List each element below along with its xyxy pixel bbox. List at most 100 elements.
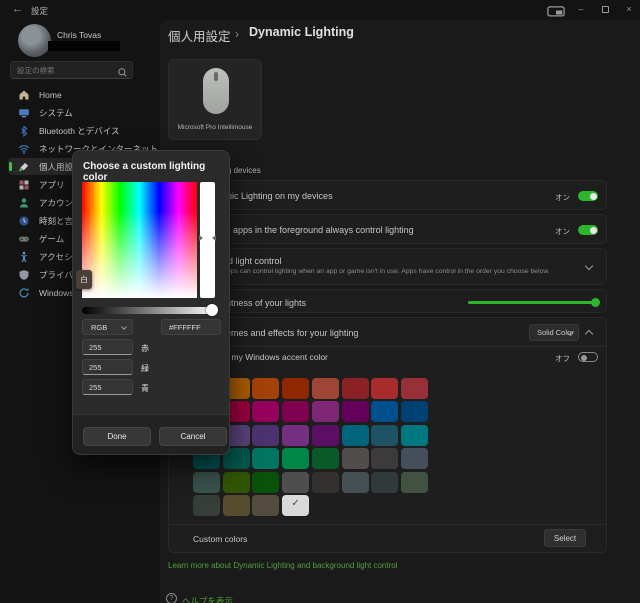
value-bar[interactable] [200,182,215,298]
sidebar-item-system[interactable]: システム [8,104,158,121]
color-swatch[interactable] [371,472,398,493]
color-swatch-selected[interactable]: ✓ [282,495,309,516]
color-swatch[interactable] [312,378,339,399]
chevron-up-icon[interactable] [585,330,593,338]
color-swatch[interactable] [342,378,369,399]
row-foreground-apps: Compatible apps in the foreground always… [168,214,607,244]
color-swatch[interactable] [401,448,428,469]
minimize-button[interactable]: – [572,0,590,18]
settings-search-box[interactable] [10,61,133,79]
slider-track [468,301,596,304]
color-swatch[interactable] [401,472,428,493]
maximize-button[interactable] [596,0,614,18]
use-lighting-toggle[interactable] [578,191,598,201]
back-button[interactable]: ← [12,3,23,15]
toggle-state-label: オン [555,226,570,237]
red-label: 赤 [141,343,149,354]
color-swatch[interactable] [282,472,309,493]
picture-in-picture-icon[interactable] [547,4,565,15]
color-swatch[interactable] [282,425,309,446]
help-icon: ? [166,593,177,603]
color-swatch[interactable] [252,401,279,422]
value-slider-thumb[interactable] [206,304,218,316]
toggle-knob [590,227,597,234]
update-icon [18,287,30,299]
done-button[interactable]: Done [83,427,151,446]
color-swatch[interactable] [371,448,398,469]
sidebar-item-label: システム [39,107,73,119]
blue-input[interactable] [82,379,133,395]
color-swatch[interactable] [342,425,369,446]
get-help-link[interactable]: ヘルプを表示 [182,595,233,603]
sidebar-item-label: Home [39,90,62,100]
color-swatch[interactable] [223,472,250,493]
color-swatch[interactable] [223,495,250,516]
color-swatch[interactable] [252,425,279,446]
hex-input[interactable] [161,319,221,335]
chevron-down-icon[interactable] [585,262,593,270]
color-swatch[interactable] [312,401,339,422]
mouse-image [203,68,229,114]
account-icon [18,197,30,209]
color-swatch[interactable] [342,472,369,493]
color-swatch[interactable] [252,495,279,516]
row-use-dynamic-lighting: Use Dynamic Lighting on my devices オン [168,180,607,210]
breadcrumb[interactable]: 個人用設定 [168,26,231,45]
system-icon [18,107,30,119]
select-custom-color-button[interactable]: Select [544,529,586,547]
color-swatch[interactable] [252,448,279,469]
row-background-light-control[interactable]: Background light control Background apps… [168,248,607,285]
toggle-knob [590,193,597,200]
red-input[interactable] [82,339,133,355]
search-input[interactable] [17,62,112,78]
avatar[interactable] [18,24,51,57]
value-slider[interactable] [82,307,216,314]
cancel-button[interactable]: Cancel [159,427,227,446]
accent-match-toggle[interactable] [578,352,598,362]
sidebar-item-bluetooth[interactable]: Bluetooth とデバイス [8,122,158,139]
card-effects-group: Choose themes and effects for your light… [168,317,607,553]
row-description: Background apps can control lighting whe… [185,268,550,275]
color-swatch[interactable] [312,472,339,493]
effects-dropdown[interactable]: Solid Color [529,324,579,341]
color-swatch[interactable] [342,448,369,469]
privacy-icon [18,269,30,281]
foreground-apps-toggle[interactable] [578,225,598,235]
sidebar-item-home[interactable]: Home [8,86,158,103]
color-spectrum[interactable] [82,182,197,298]
color-swatch[interactable] [252,378,279,399]
learn-more-link[interactable]: Learn more about Dynamic Lighting and ba… [168,561,397,570]
device-card[interactable]: Microsoft Pro Intellimouse [168,59,262,140]
green-input[interactable] [82,359,133,375]
blue-label: 青 [141,383,149,394]
sidebar-item-label: アプリ [39,179,65,191]
slider-thumb[interactable] [591,298,600,307]
active-indicator [9,162,12,171]
color-swatch[interactable] [371,425,398,446]
bluetooth-icon [18,125,30,137]
color-swatch[interactable] [371,378,398,399]
color-swatch[interactable] [371,401,398,422]
color-swatch[interactable] [401,425,428,446]
color-swatch[interactable] [312,425,339,446]
color-swatch[interactable] [193,472,220,493]
brightness-slider[interactable] [468,299,600,305]
color-swatch[interactable] [282,401,309,422]
device-name: Microsoft Pro Intellimouse [169,124,261,131]
close-button[interactable]: × [620,0,638,18]
divider [169,524,606,525]
color-swatch[interactable] [401,378,428,399]
color-swatch[interactable] [342,401,369,422]
games-icon [18,233,30,245]
color-swatch[interactable] [282,378,309,399]
color-swatch[interactable] [312,448,339,469]
color-model-dropdown[interactable]: RGB [82,319,133,335]
color-swatch[interactable] [401,401,428,422]
color-model-value: RGB [91,323,107,332]
color-name-tooltip: 白 [76,270,92,289]
custom-colors-label: Custom colors [193,534,247,544]
color-swatch[interactable] [252,472,279,493]
color-swatch[interactable] [282,448,309,469]
chevron-down-icon [121,324,127,330]
color-swatch[interactable] [193,495,220,516]
